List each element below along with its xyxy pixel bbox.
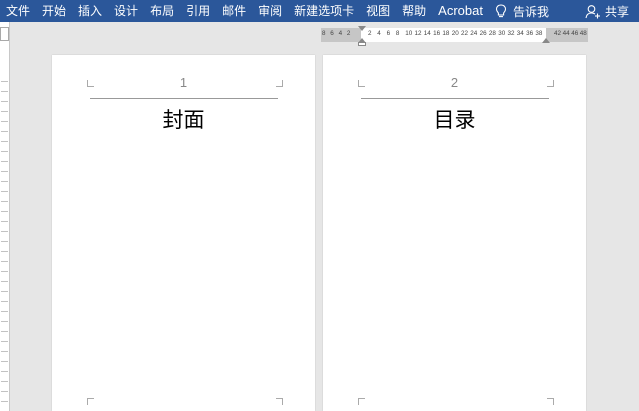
share-button[interactable]: 共享 — [585, 0, 629, 22]
ruler-number: 34 — [516, 30, 524, 37]
tab-insert[interactable]: 插入 — [72, 0, 108, 22]
left-indent-marker[interactable] — [358, 42, 366, 46]
tab-home[interactable]: 开始 — [36, 0, 72, 22]
person-add-icon — [585, 4, 600, 18]
horizontal-ruler[interactable]: 8 6 4 2 2 4 6 8 10 12 14 16 18 20 22 24 26 28 30 32 34 36 38 42… — [321, 26, 588, 46]
ruler-number: 8 — [395, 30, 400, 37]
ruler-number: 8 — [322, 30, 326, 37]
ruler-number: 2 — [368, 30, 372, 37]
tab-mailings[interactable]: 邮件 — [216, 0, 252, 22]
ruler-number: 6 — [330, 30, 334, 37]
tab-help[interactable]: 帮助 — [396, 0, 432, 22]
tab-acrobat[interactable]: Acrobat — [432, 0, 489, 22]
ruler-number: 30 — [498, 30, 506, 37]
crop-mark — [358, 80, 365, 87]
tell-me-search[interactable]: 告诉我 — [495, 3, 549, 20]
page-2[interactable]: 2 目录 — [323, 55, 586, 411]
ruler-number: 14 — [423, 30, 431, 37]
ruler-number: 4 — [377, 30, 381, 37]
tab-references[interactable]: 引用 — [180, 0, 216, 22]
right-indent-marker[interactable] — [542, 38, 550, 43]
ruler-number: 42 — [554, 30, 562, 37]
ruler-number: 18 — [442, 30, 450, 37]
crop-mark — [276, 80, 283, 87]
lightbulb-icon — [495, 3, 507, 17]
crop-mark — [547, 398, 554, 405]
ruler-number: 24 — [470, 30, 478, 37]
tab-review[interactable]: 审阅 — [252, 0, 288, 22]
ruler-number: 2 — [346, 30, 351, 37]
crop-mark — [87, 80, 94, 87]
first-line-indent-marker[interactable] — [358, 26, 366, 31]
crop-mark — [276, 398, 283, 405]
ruler-number: 22 — [461, 30, 469, 37]
tab-selector[interactable] — [0, 27, 9, 41]
ruler-number: 4 — [338, 30, 343, 37]
ruler-number: 16 — [433, 30, 441, 37]
header-line — [361, 98, 549, 99]
ruler-number: 38 — [535, 30, 543, 37]
tab-design[interactable]: 设计 — [108, 0, 144, 22]
tab-layout[interactable]: 布局 — [144, 0, 180, 22]
ruler-number: 28 — [488, 30, 496, 37]
crop-mark — [547, 80, 554, 87]
ruler-number: 20 — [451, 30, 459, 37]
page-title[interactable]: 目录 — [323, 104, 586, 134]
ruler-number: 48 — [579, 30, 587, 37]
ruler-number: 32 — [507, 30, 515, 37]
ruler-number: 36 — [526, 30, 534, 37]
tab-new-tab[interactable]: 新建选项卡 — [288, 0, 360, 22]
ruler-number: 12 — [414, 30, 422, 37]
header-line — [90, 98, 278, 99]
tell-me-label: 告诉我 — [512, 4, 549, 19]
page-title[interactable]: 封面 — [52, 104, 315, 134]
crop-mark — [358, 398, 365, 405]
tab-file[interactable]: 文件 — [0, 0, 36, 22]
page-1[interactable]: 1 封面 — [52, 55, 315, 411]
ruler-number: 6 — [386, 30, 391, 37]
ruler-number: 26 — [479, 30, 487, 37]
vertical-ruler[interactable] — [0, 22, 10, 411]
ruler-number: 44 — [562, 30, 570, 37]
ribbon-tab-bar: 文件 开始 插入 设计 布局 引用 邮件 审阅 新建选项卡 视图 帮助 Acro… — [0, 0, 639, 22]
ruler-number: 10 — [405, 30, 413, 37]
tab-view[interactable]: 视图 — [360, 0, 396, 22]
vertical-ruler-ticks — [1, 72, 8, 411]
crop-mark — [87, 398, 94, 405]
share-label: 共享 — [604, 4, 629, 19]
ruler-number: 46 — [571, 30, 579, 37]
